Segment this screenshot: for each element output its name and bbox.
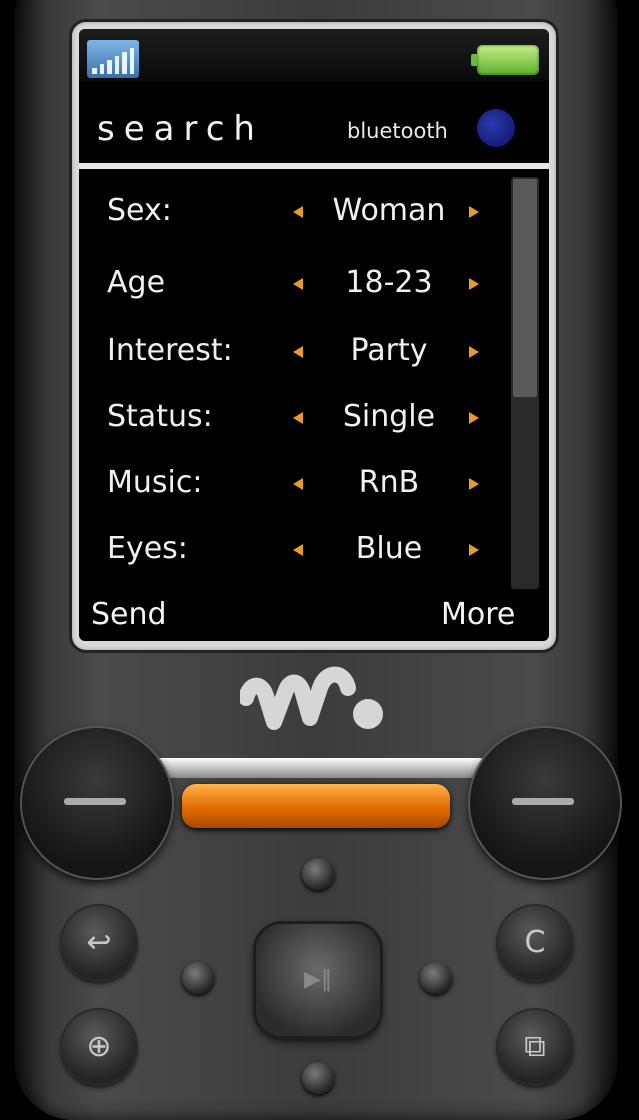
filter-value: Party <box>350 333 428 368</box>
nav-up-dot[interactable] <box>302 858 334 890</box>
internet-button[interactable]: ⊕ <box>62 1010 136 1084</box>
filter-label: Sex: <box>107 193 172 228</box>
filter-row-status[interactable]: Status: Single <box>79 389 509 447</box>
nav-right-dot[interactable] <box>420 962 452 994</box>
page-title: search <box>97 109 264 149</box>
filter-value: 18-23 <box>345 265 433 300</box>
scrollbar-thumb[interactable] <box>513 179 537 397</box>
phone-screen: search bluetooth Sex: Woman Age 18-23 In… <box>79 29 549 641</box>
screen-header: search bluetooth <box>79 81 549 165</box>
filter-value: RnB <box>358 465 420 500</box>
minus-icon <box>512 798 574 805</box>
filter-row-interest[interactable]: Interest: Party <box>79 323 509 381</box>
arrow-left-icon[interactable] <box>293 346 303 358</box>
status-bar <box>79 29 549 81</box>
filter-label: Eyes: <box>107 531 188 566</box>
walkman-logo-icon <box>240 666 383 730</box>
arrow-right-icon[interactable] <box>469 544 479 556</box>
center-rail <box>148 758 484 778</box>
send-softkey[interactable]: Send <box>91 597 167 632</box>
play-pause-icon: ▶‖ <box>304 967 332 992</box>
minus-icon <box>64 798 126 805</box>
filter-value: Blue <box>355 531 423 566</box>
filter-label: Music: <box>107 465 203 500</box>
nav-left-dot[interactable] <box>182 962 214 994</box>
filter-row-music[interactable]: Music: RnB <box>79 455 509 513</box>
filter-row-sex[interactable]: Sex: Woman <box>79 183 509 241</box>
clear-button[interactable]: C <box>498 906 572 980</box>
filter-row-eyes[interactable]: Eyes: Blue <box>79 521 509 579</box>
activity-menu-button[interactable]: ⧉ <box>498 1010 572 1084</box>
back-button[interactable]: ↩ <box>62 906 136 980</box>
left-softkey-button[interactable] <box>22 728 172 878</box>
filter-value: Woman <box>332 193 446 228</box>
arrow-left-icon[interactable] <box>293 278 303 290</box>
scrollbar[interactable] <box>511 177 539 589</box>
arrow-right-icon[interactable] <box>469 478 479 490</box>
back-arrow-icon: ↩ <box>86 925 112 960</box>
arrow-right-icon[interactable] <box>469 278 479 290</box>
globe-icon: ⊕ <box>86 1029 112 1064</box>
arrow-right-icon[interactable] <box>469 346 479 358</box>
nav-center-play-button[interactable]: ▶‖ <box>256 924 380 1036</box>
walkman-key[interactable] <box>182 784 450 828</box>
right-softkey-button[interactable] <box>470 728 620 878</box>
arrow-left-icon[interactable] <box>293 206 303 218</box>
signal-strength-icon <box>87 40 139 78</box>
bluetooth-label: bluetooth <box>347 119 448 143</box>
arrow-left-icon[interactable] <box>293 478 303 490</box>
more-softkey[interactable]: More <box>441 597 515 632</box>
arrow-right-icon[interactable] <box>469 206 479 218</box>
filter-value: Single <box>342 399 436 434</box>
filter-row-age[interactable]: Age 18-23 <box>79 255 509 313</box>
bluetooth-icon[interactable] <box>477 109 515 147</box>
filter-list: Sex: Woman Age 18-23 Interest: Party Sta… <box>79 173 509 603</box>
filter-label: Interest: <box>107 333 233 368</box>
battery-icon <box>471 45 539 75</box>
nav-down-dot[interactable] <box>302 1062 334 1094</box>
arrow-left-icon[interactable] <box>293 544 303 556</box>
activity-menu-icon: ⧉ <box>524 1029 546 1064</box>
arrow-left-icon[interactable] <box>293 412 303 424</box>
arrow-right-icon[interactable] <box>469 412 479 424</box>
filter-label: Age <box>107 265 166 300</box>
header-divider <box>79 163 549 169</box>
filter-label: Status: <box>107 399 213 434</box>
clear-key-label: C <box>524 925 546 960</box>
